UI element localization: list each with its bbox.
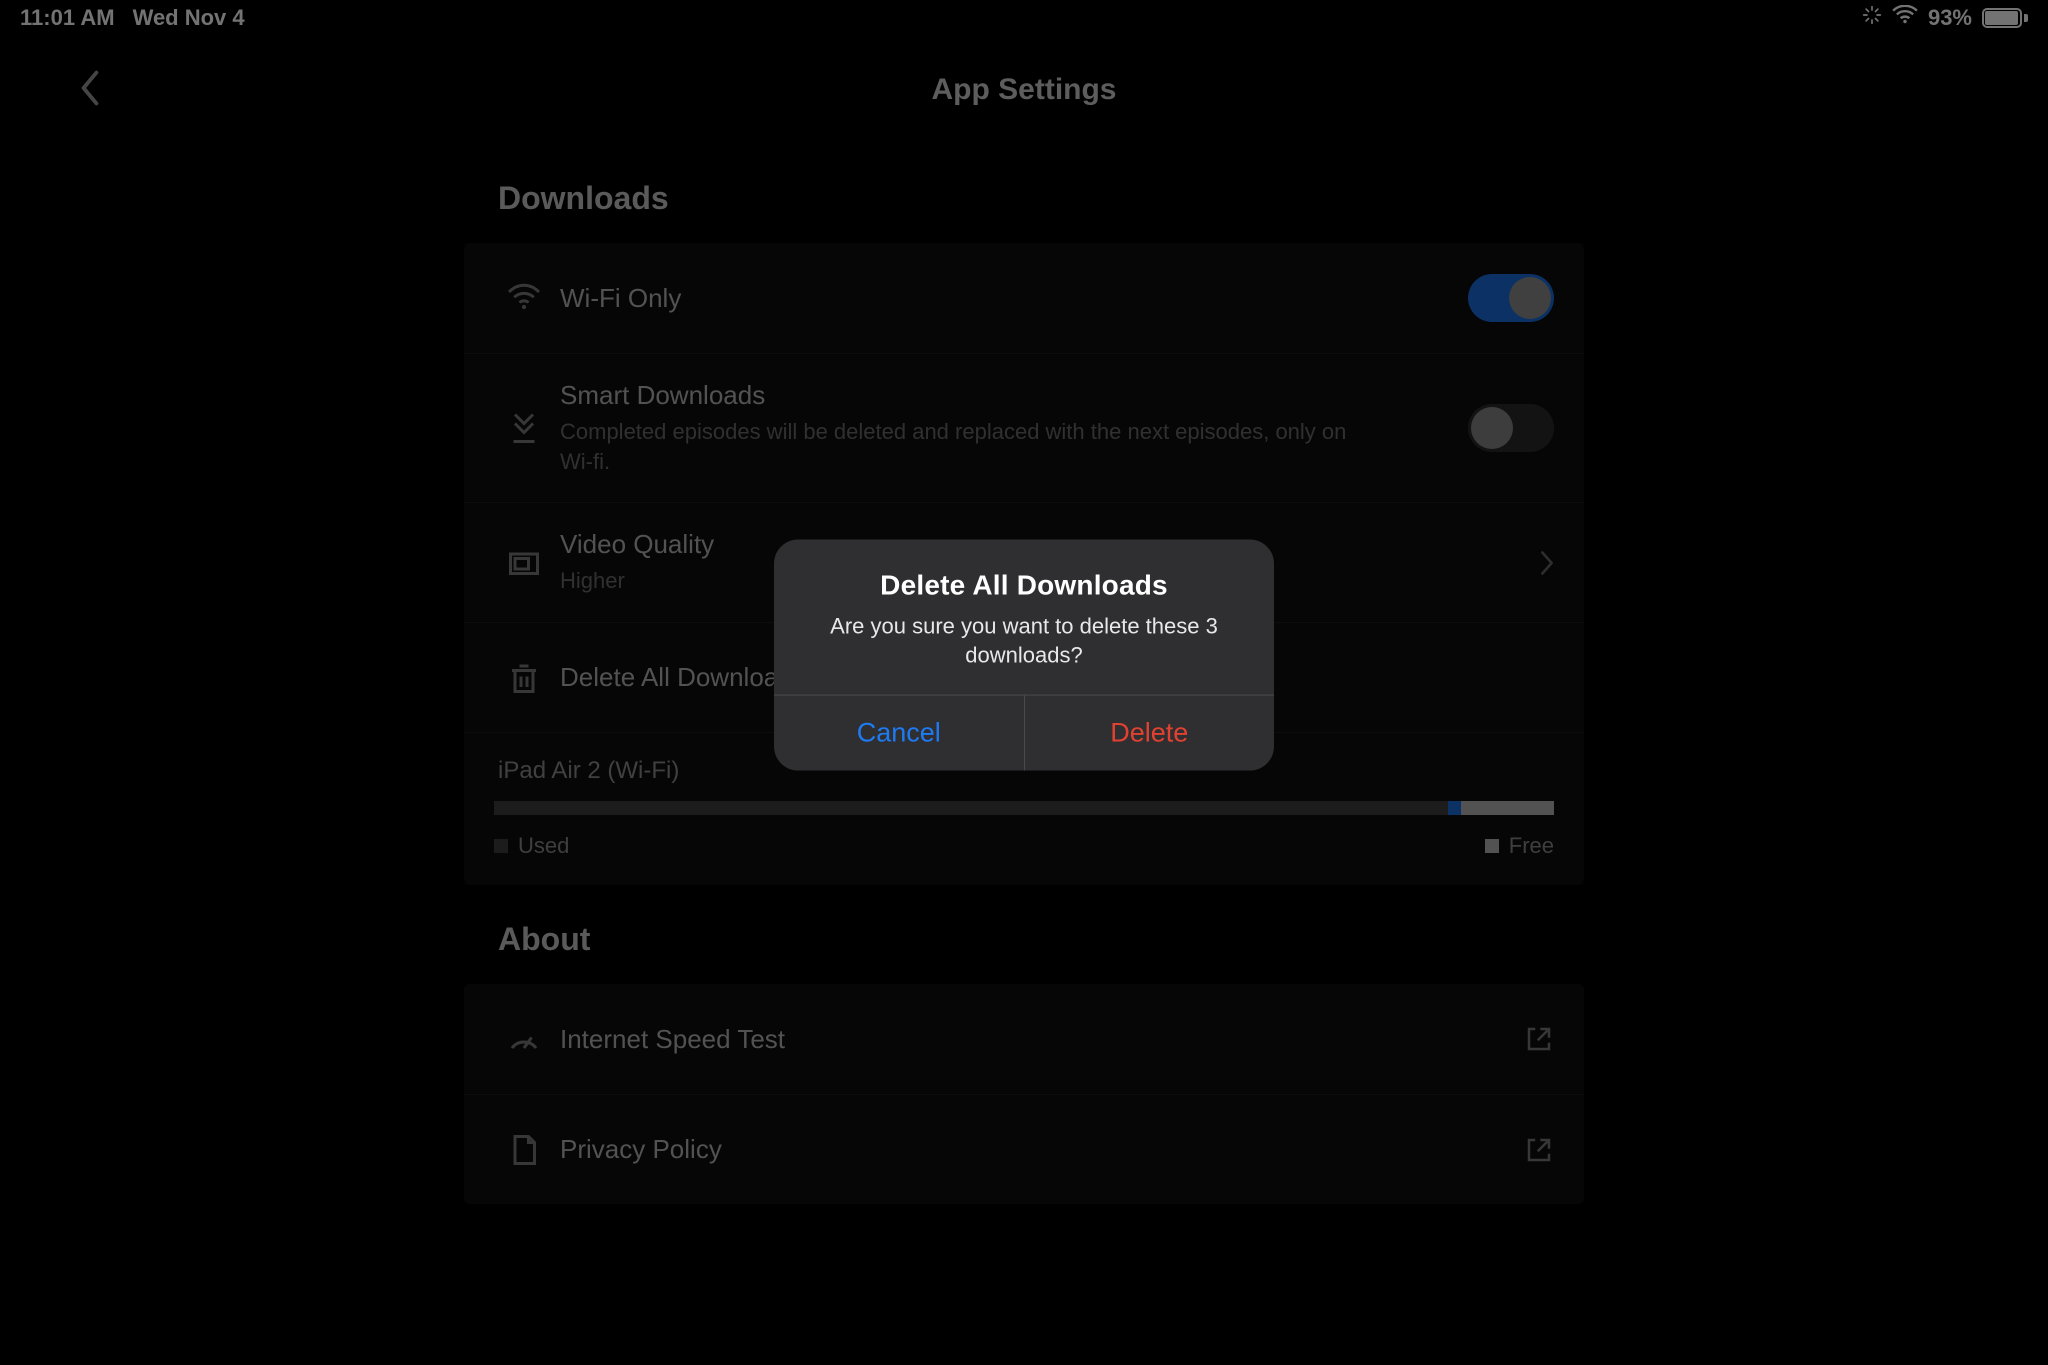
alert-title: Delete All Downloads — [802, 569, 1246, 601]
cancel-button[interactable]: Cancel — [774, 695, 1025, 770]
delete-button[interactable]: Delete — [1025, 695, 1275, 770]
delete-confirm-dialog: Delete All Downloads Are you sure you wa… — [774, 539, 1274, 770]
alert-message: Are you sure you want to delete these 3 … — [802, 611, 1246, 670]
